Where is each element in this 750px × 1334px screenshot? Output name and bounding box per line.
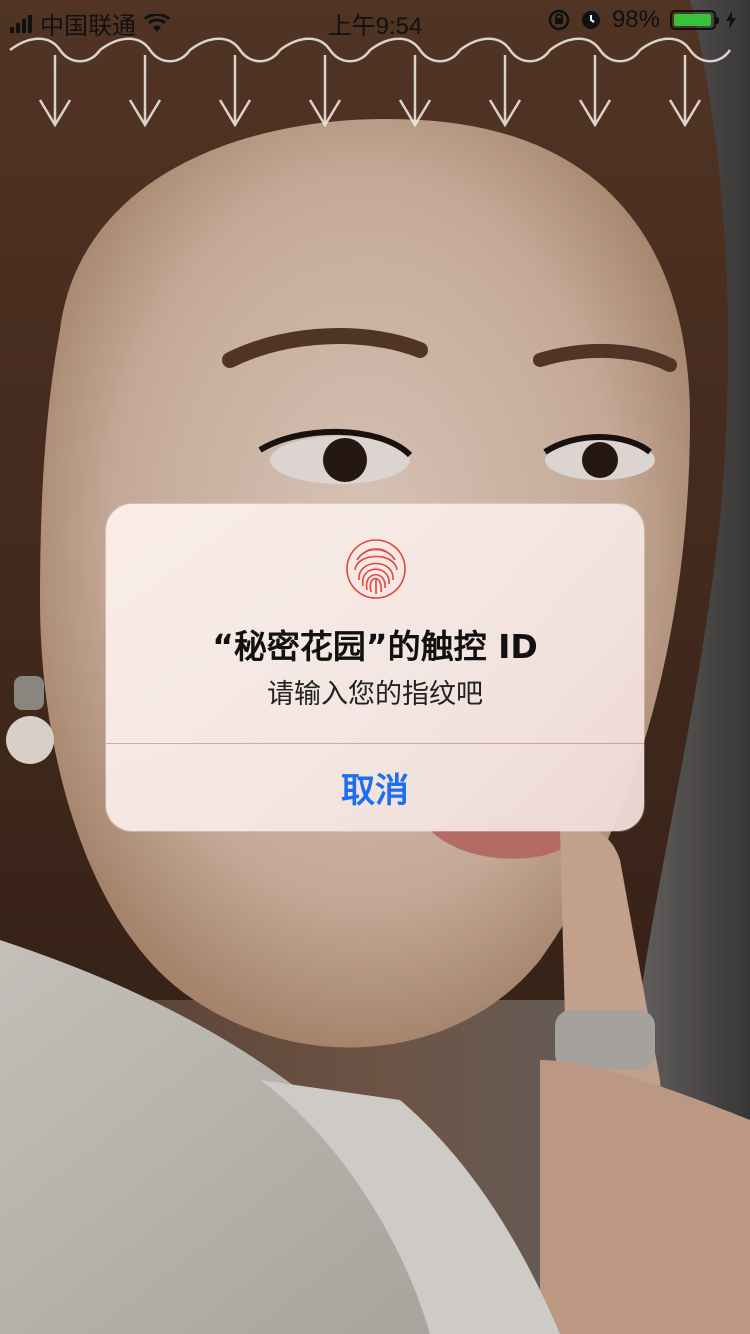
screen: 中国联通 上午9:54 98% “秘密花园”的触控 ID 请输入您的指纹吧 取消 — [0, 0, 750, 1334]
ornament-pattern — [9, 37, 732, 128]
battery-icon — [670, 10, 719, 30]
battery-percent: 98% — [611, 6, 660, 33]
alarm-icon — [581, 11, 600, 29]
cancel-button[interactable]: 取消 — [106, 744, 644, 831]
fingerprint-icon — [346, 539, 406, 599]
status-right: 98% — [548, 6, 736, 34]
orientation-lock-icon — [548, 9, 570, 31]
alert-message: 请输入您的指纹吧 — [267, 679, 483, 710]
status-bar: 中国联通 上午9:54 98% — [0, 0, 750, 40]
charging-icon — [726, 11, 736, 29]
alert-title: “秘密花园”的触控 ID — [212, 627, 538, 666]
touch-id-alert: “秘密花园”的触控 ID 请输入您的指纹吧 取消 — [106, 504, 644, 831]
battery-level — [674, 14, 711, 26]
